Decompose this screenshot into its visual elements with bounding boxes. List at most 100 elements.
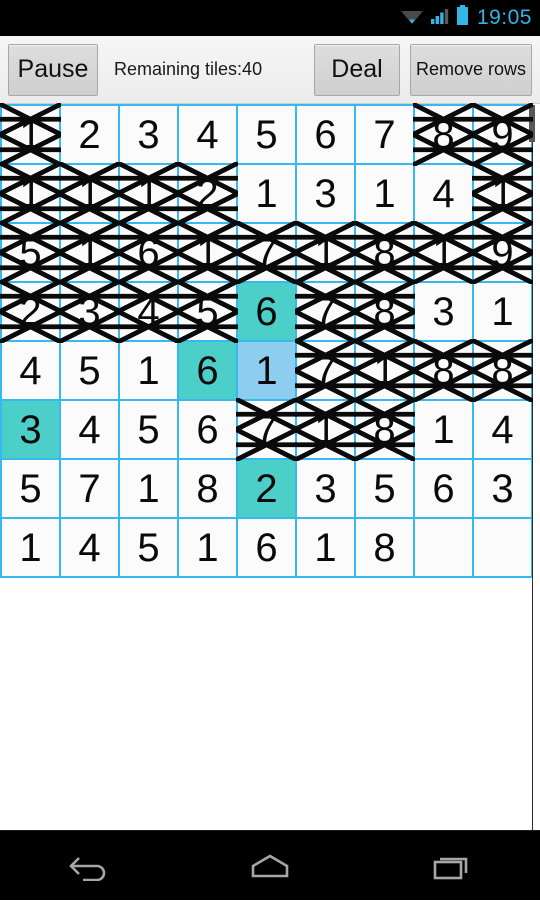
tile[interactable]: 8 [415,342,474,401]
tile[interactable]: 8 [474,342,533,401]
tile-value: 6 [196,351,218,391]
tile-empty [474,519,533,578]
deal-button[interactable]: Deal [314,44,400,96]
tile-value: 1 [196,233,218,273]
tile[interactable]: 1 [297,224,356,283]
tile[interactable]: 7 [356,106,415,165]
tile[interactable]: 2 [179,165,238,224]
tile[interactable]: 5 [238,106,297,165]
tile-grid[interactable]: 1234567891112131415161718192345678314516… [0,104,533,578]
tile[interactable]: 5 [2,224,61,283]
tile[interactable]: 8 [415,106,474,165]
tile[interactable]: 6 [415,460,474,519]
tile[interactable]: 5 [2,460,61,519]
tile[interactable]: 1 [297,519,356,578]
tile[interactable]: 4 [120,283,179,342]
tile-value: 1 [373,351,395,391]
tile[interactable]: 9 [474,106,533,165]
tile-value: 1 [255,174,277,214]
tile-value: 7 [314,351,336,391]
board-scrollbar-track[interactable] [532,104,533,578]
tile[interactable]: 1 [120,165,179,224]
tile[interactable]: 7 [297,283,356,342]
tile[interactable]: 6 [238,519,297,578]
tile-value: 4 [491,410,513,450]
tile[interactable]: 3 [474,460,533,519]
tile[interactable]: 4 [61,519,120,578]
tile[interactable]: 3 [2,401,61,460]
tile[interactable]: 3 [297,460,356,519]
tile[interactable]: 9 [474,224,533,283]
tile[interactable]: 1 [415,224,474,283]
tile[interactable]: 7 [61,460,120,519]
tile[interactable]: 1 [61,224,120,283]
back-icon[interactable] [40,831,140,901]
tile-value: 7 [255,410,277,450]
recents-icon[interactable] [400,831,500,901]
tile[interactable]: 3 [120,106,179,165]
tile-value: 1 [19,528,41,568]
pause-button[interactable]: Pause [8,44,98,96]
tile[interactable]: 1 [415,401,474,460]
board-scrollbar-thumb[interactable] [529,105,535,142]
tile-value: 1 [314,410,336,450]
tile[interactable]: 1 [238,342,297,401]
tile[interactable]: 8 [356,224,415,283]
tile[interactable]: 5 [61,342,120,401]
tile[interactable]: 8 [179,460,238,519]
tile[interactable]: 4 [179,106,238,165]
tile[interactable]: 1 [179,519,238,578]
tile[interactable]: 2 [238,460,297,519]
tile[interactable]: 1 [61,165,120,224]
tile-value: 1 [78,233,100,273]
tile-value: 3 [78,292,100,332]
tile[interactable]: 7 [238,401,297,460]
tile[interactable]: 4 [415,165,474,224]
scroll-divider-line [532,578,533,830]
tile[interactable]: 3 [297,165,356,224]
tile[interactable]: 1 [356,342,415,401]
tile[interactable]: 1 [2,165,61,224]
tile[interactable]: 1 [120,460,179,519]
tile[interactable]: 5 [179,283,238,342]
tile[interactable]: 4 [61,401,120,460]
tile[interactable]: 1 [474,165,533,224]
tile[interactable]: 5 [356,460,415,519]
tile[interactable]: 7 [297,342,356,401]
tile[interactable]: 6 [179,401,238,460]
tile[interactable]: 1 [356,165,415,224]
tile[interactable]: 6 [120,224,179,283]
tile-value: 8 [373,292,395,332]
tile-value: 5 [19,233,41,273]
tile[interactable]: 4 [474,401,533,460]
home-icon[interactable] [220,831,320,901]
tile[interactable]: 8 [356,519,415,578]
status-icons [400,5,469,31]
tile[interactable]: 1 [474,283,533,342]
tile[interactable]: 1 [120,342,179,401]
tile[interactable]: 2 [2,283,61,342]
tile[interactable]: 6 [297,106,356,165]
tile-value: 1 [137,351,159,391]
tile[interactable]: 3 [61,283,120,342]
tile[interactable]: 1 [2,519,61,578]
tile[interactable]: 8 [356,401,415,460]
tile[interactable]: 1 [179,224,238,283]
tile[interactable]: 4 [2,342,61,401]
tile[interactable]: 1 [297,401,356,460]
tile[interactable]: 5 [120,519,179,578]
tile-value: 4 [196,115,218,155]
tile[interactable]: 7 [238,224,297,283]
tile[interactable]: 3 [415,283,474,342]
tile[interactable]: 1 [238,165,297,224]
tile-value: 5 [137,410,159,450]
tile[interactable]: 2 [61,106,120,165]
remove-rows-button[interactable]: Remove rows [410,44,532,96]
tile[interactable]: 5 [120,401,179,460]
tile-value: 2 [19,292,41,332]
tile[interactable]: 6 [238,283,297,342]
tile[interactable]: 6 [179,342,238,401]
tile[interactable]: 8 [356,283,415,342]
tile-value: 1 [255,351,277,391]
tile[interactable]: 1 [2,106,61,165]
